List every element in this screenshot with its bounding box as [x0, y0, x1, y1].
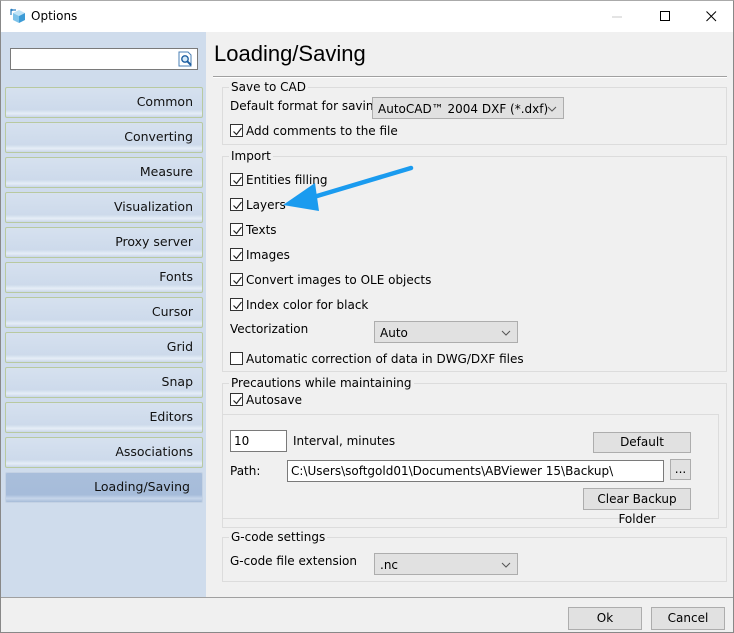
autosave-checkbox[interactable] — [230, 393, 243, 406]
entities-filling-checkbox[interactable] — [230, 173, 243, 186]
cancel-button[interactable]: Cancel — [651, 607, 725, 630]
maximize-icon — [659, 11, 670, 21]
path-input[interactable]: C:\Users\softgold01\Documents\ABViewer 1… — [287, 460, 664, 482]
texts-checkbox[interactable] — [230, 223, 243, 236]
page-title: Loading/Saving — [214, 41, 366, 66]
convert-images-to-ole-objects-checkbox[interactable] — [230, 273, 243, 286]
sidebar-item-fonts[interactable]: Fonts — [5, 262, 203, 293]
auto-correction-label: Automatic correction of data in DWG/DXF … — [246, 352, 524, 366]
close-icon — [705, 11, 716, 22]
images-checkbox[interactable] — [230, 248, 243, 261]
sidebar: Common Converting Measure Visualization Prox… — [1, 32, 206, 597]
save-to-cad-legend: Save to CAD — [229, 80, 308, 94]
autosave-label: Autosave — [246, 393, 302, 407]
texts-label: Texts — [246, 223, 277, 237]
options-dialog: Options Common Converting Measure Visualiza… — [0, 0, 734, 633]
convert-images-to-ole-objects-label: Convert images to OLE objects — [246, 273, 432, 287]
default-button[interactable]: Default — [593, 432, 691, 453]
gcode-legend: G-code settings — [229, 530, 328, 544]
layers-checkbox[interactable] — [230, 198, 243, 211]
sidebar-item-visualization[interactable]: Visualization — [5, 192, 203, 223]
sidebar-item-cursor[interactable]: Cursor — [5, 297, 203, 328]
images-label: Images — [246, 248, 290, 262]
chevron-down-icon — [501, 562, 511, 568]
clear-backup-folder-button[interactable]: Clear Backup Folder — [583, 488, 691, 526]
checkmark-icon — [233, 226, 242, 235]
index-color-for-black-checkbox[interactable] — [230, 298, 243, 311]
default-format-value: AutoCAD™ 2004 DXF (*.dxf) — [378, 102, 549, 116]
title-divider — [213, 76, 727, 78]
minimize-button[interactable] — [595, 1, 641, 32]
search-icon[interactable] — [178, 51, 195, 67]
interval-label: Interval, minutes — [293, 434, 396, 448]
chevron-down-icon — [547, 106, 557, 112]
default-format-select[interactable]: AutoCAD™ 2004 DXF (*.dxf) — [372, 97, 564, 119]
title-bar: Options — [1, 1, 733, 32]
checkmark-icon — [233, 251, 242, 260]
vectorization-select[interactable]: Auto — [374, 321, 518, 343]
chevron-down-icon — [501, 330, 511, 336]
sidebar-item-editors[interactable]: Editors — [5, 402, 203, 433]
import-legend: Import — [229, 149, 273, 163]
sidebar-item-grid[interactable]: Grid — [5, 332, 203, 363]
index-color-for-black-label: Index color for black — [246, 298, 369, 312]
vectorization-label: Vectorization — [230, 322, 309, 336]
auto-correction-checkbox[interactable] — [230, 352, 243, 365]
gcode-extension-select[interactable]: .nc — [374, 553, 518, 575]
close-button[interactable] — [688, 1, 734, 32]
gcode-extension-label: G-code file extension — [230, 554, 357, 568]
ok-button[interactable]: Ok — [568, 607, 642, 630]
add-comments-checkbox[interactable] — [230, 124, 243, 137]
minimize-icon — [612, 16, 622, 17]
window-title: Options — [31, 9, 78, 23]
sidebar-item-snap[interactable]: Snap — [5, 367, 203, 398]
sidebar-item-associations[interactable]: Associations — [5, 437, 203, 468]
checkmark-icon — [233, 276, 242, 285]
cube-icon — [10, 8, 26, 24]
arrow-annotation-icon — [283, 165, 414, 211]
checkmark-icon — [233, 176, 242, 185]
footer-divider — [1, 597, 733, 598]
path-label: Path: — [230, 464, 261, 478]
sidebar-item-proxy-server[interactable]: Proxy server — [5, 227, 203, 258]
browse-button[interactable]: ... — [670, 459, 691, 480]
sidebar-item-loading-saving[interactable]: Loading/Saving — [5, 472, 203, 503]
sidebar-item-common[interactable]: Common — [5, 87, 203, 118]
checkmark-icon — [233, 396, 242, 405]
sidebar-item-converting[interactable]: Converting — [5, 122, 203, 153]
maximize-button[interactable] — [642, 1, 688, 32]
vectorization-value: Auto — [380, 326, 408, 340]
precautions-legend: Precautions while maintaining — [229, 376, 414, 390]
add-comments-label: Add comments to the file — [246, 124, 398, 138]
checkmark-icon — [233, 127, 242, 136]
checkmark-icon — [233, 201, 242, 210]
interval-input[interactable]: 10 — [230, 430, 287, 452]
gcode-extension-value: .nc — [380, 558, 399, 572]
search-input[interactable] — [10, 48, 198, 70]
checkmark-icon — [233, 301, 242, 310]
layers-label: Layers — [246, 198, 286, 212]
default-format-label: Default format for saving — [230, 99, 382, 113]
sidebar-item-measure[interactable]: Measure — [5, 157, 203, 188]
